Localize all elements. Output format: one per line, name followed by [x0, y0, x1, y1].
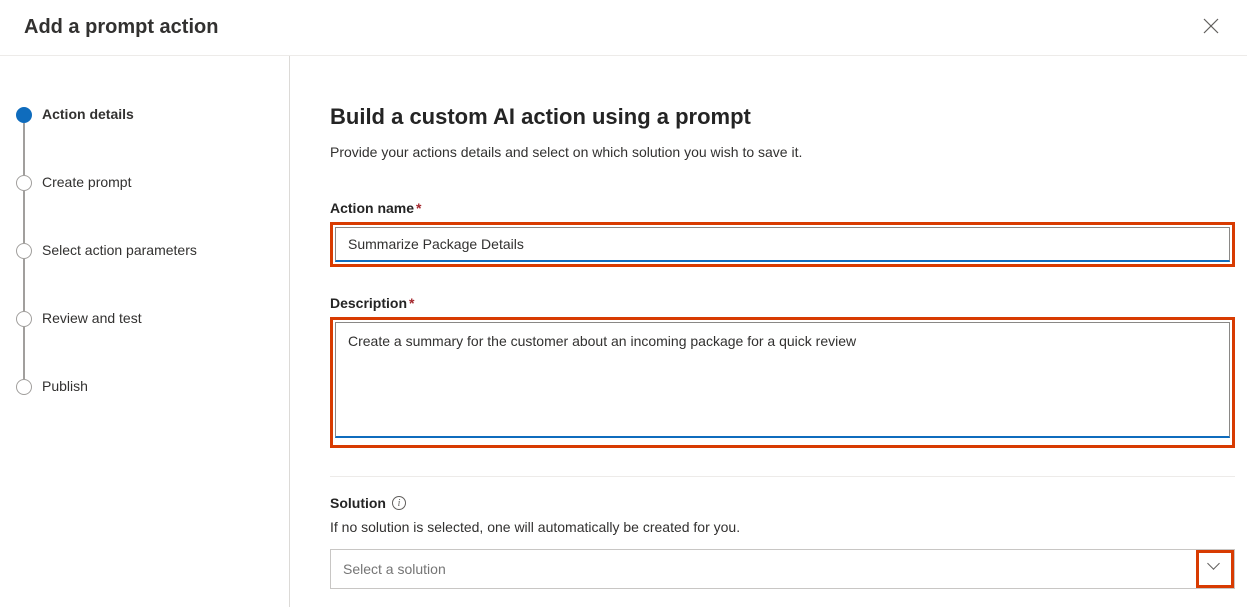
- step-review-and-test[interactable]: Review and test: [16, 310, 273, 378]
- step-list: Action details Create prompt Select acti…: [16, 106, 273, 394]
- step-label: Create prompt: [42, 174, 131, 190]
- step-connector: [23, 327, 25, 379]
- description-label: Description*: [330, 295, 1235, 311]
- step-label: Action details: [42, 106, 134, 122]
- action-name-group: Action name*: [330, 200, 1235, 267]
- description-input[interactable]: Create a summary for the customer about …: [335, 322, 1230, 438]
- description-label-text: Description: [330, 295, 407, 311]
- solution-select[interactable]: [330, 549, 1235, 589]
- step-circle-icon: [16, 175, 32, 191]
- step-action-details[interactable]: Action details: [16, 106, 273, 174]
- solution-label: Solution i: [330, 495, 1235, 511]
- action-name-label: Action name*: [330, 200, 1235, 216]
- required-asterisk: *: [416, 200, 421, 216]
- step-connector: [23, 123, 25, 175]
- step-connector: [23, 259, 25, 311]
- section-separator: [330, 476, 1235, 477]
- dialog-title: Add a prompt action: [24, 16, 218, 39]
- page-title: Build a custom AI action using a prompt: [330, 104, 1235, 130]
- step-publish[interactable]: Publish: [16, 378, 273, 394]
- step-label: Review and test: [42, 310, 142, 326]
- close-button[interactable]: [1199, 14, 1223, 41]
- solution-group: Solution i If no solution is selected, o…: [330, 495, 1235, 589]
- solution-label-text: Solution: [330, 495, 386, 511]
- info-icon[interactable]: i: [392, 496, 406, 510]
- step-label: Publish: [42, 378, 88, 394]
- solution-hint: If no solution is selected, one will aut…: [330, 519, 1235, 535]
- step-circle-icon: [16, 379, 32, 395]
- step-circle-icon: [16, 243, 32, 259]
- highlight-action-name: [330, 222, 1235, 267]
- description-group: Description* Create a summary for the cu…: [330, 295, 1235, 448]
- main-panel: Build a custom AI action using a prompt …: [290, 56, 1247, 607]
- required-asterisk: *: [409, 295, 414, 311]
- action-name-input[interactable]: [335, 227, 1230, 262]
- solution-dropdown-toggle[interactable]: [1196, 550, 1234, 588]
- chevron-down-icon: [1209, 563, 1221, 575]
- close-icon: [1203, 18, 1219, 34]
- highlight-description: Create a summary for the customer about …: [330, 317, 1235, 448]
- dialog-content: Action details Create prompt Select acti…: [0, 56, 1247, 607]
- wizard-steps-sidebar: Action details Create prompt Select acti…: [0, 56, 290, 607]
- dialog-header: Add a prompt action: [0, 0, 1247, 56]
- action-name-label-text: Action name: [330, 200, 414, 216]
- step-circle-icon: [16, 107, 32, 123]
- step-label: Select action parameters: [42, 242, 197, 258]
- step-connector: [23, 191, 25, 243]
- page-subheading: Provide your actions details and select …: [330, 144, 1235, 160]
- step-circle-icon: [16, 311, 32, 327]
- step-select-action-parameters[interactable]: Select action parameters: [16, 242, 273, 310]
- solution-select-display[interactable]: [331, 551, 1196, 587]
- step-create-prompt[interactable]: Create prompt: [16, 174, 273, 242]
